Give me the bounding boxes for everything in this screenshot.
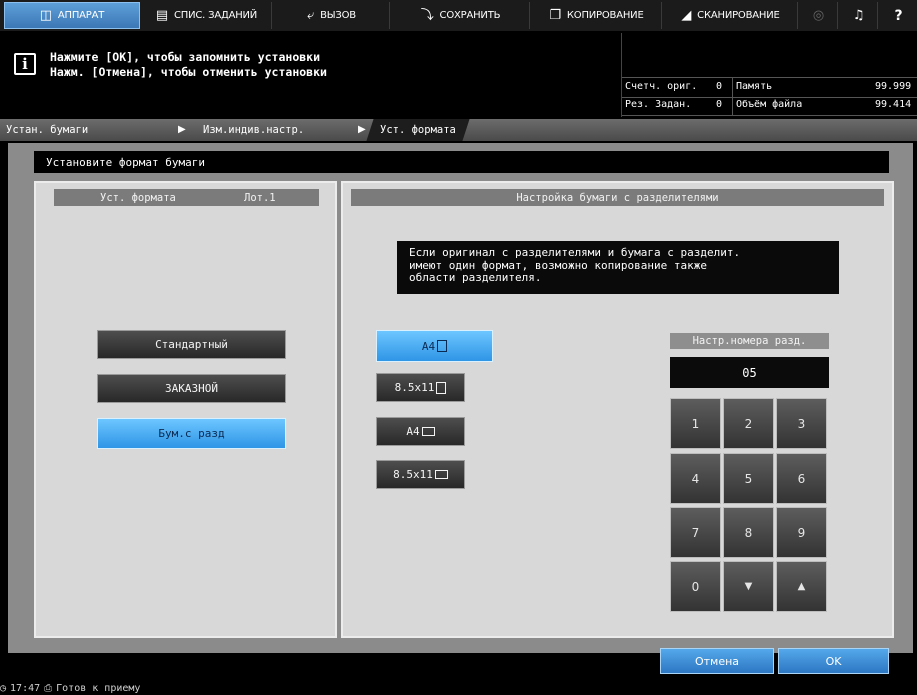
- chevron-right-icon: ▶: [358, 124, 366, 135]
- tab-paper-button[interactable]: Бум.с разд: [97, 418, 286, 449]
- key-3[interactable]: 3: [776, 398, 827, 449]
- clock-icon: ◷: [0, 682, 7, 694]
- printer-icon: ⎙: [44, 682, 53, 694]
- key-down-arrow-icon[interactable]: ▼: [723, 561, 774, 612]
- format-panel-header: Уст. формата Лот.1: [54, 189, 319, 206]
- key-6[interactable]: 6: [776, 453, 827, 504]
- landscape-orientation-icon: [434, 470, 448, 479]
- menu-device-label: АППАРАТ: [57, 10, 105, 21]
- portrait-orientation-icon: [437, 340, 448, 352]
- key-7[interactable]: 7: [670, 507, 721, 558]
- message-area: i Нажмите [OK], чтобы запомнить установк…: [4, 33, 619, 117]
- key-up-arrow-icon[interactable]: ▲: [776, 561, 827, 612]
- tab-number-display: 05: [670, 357, 829, 388]
- device-status-bar: ◷ 17:47 ⎙ Готов к приему: [0, 681, 140, 695]
- speaker-icon: ♫: [852, 8, 865, 23]
- notice-line-1: Если оригинал с разделителями и бумага с…: [409, 246, 741, 259]
- format-panel-title: Уст. формата: [100, 191, 176, 204]
- chevron-right-icon: ▶: [178, 124, 186, 135]
- filesize-label: Объём файла: [736, 99, 803, 110]
- filesize-value: 99.414: [875, 99, 912, 110]
- volume-button[interactable]: ♫: [840, 2, 878, 29]
- reserved-value: 0: [716, 99, 723, 110]
- menu-recall[interactable]: ⤶ ВЫЗОВ: [274, 2, 390, 29]
- help-label: ?: [894, 7, 903, 24]
- help-button[interactable]: ?: [880, 2, 917, 29]
- counter-row-2: Рез. Задан. 0 Объём файла 99.414: [622, 96, 917, 116]
- menu-save-label: СОХРАНИТЬ: [439, 10, 501, 21]
- breadcrumb-paper-settings[interactable]: Устан. бумаги: [6, 119, 88, 141]
- menu-job-list-label: СПИС. ЗАДАНИЙ: [173, 10, 258, 21]
- reserved-label: Рез. Задан.: [625, 99, 692, 110]
- memory-label: Память: [736, 81, 773, 92]
- size-letter-landscape-button[interactable]: 8.5x11: [376, 460, 465, 489]
- key-2[interactable]: 2: [723, 398, 774, 449]
- copy-icon: ❐: [549, 8, 561, 23]
- globe-icon: ◎: [812, 8, 825, 23]
- key-8[interactable]: 8: [723, 507, 774, 558]
- status-counters: Счетч. ориг. 0 Память 99.999 Рез. Задан.…: [621, 33, 917, 117]
- size-a4-portrait-label: A4: [421, 339, 436, 353]
- menu-copy-label: КОПИРОВАНИЕ: [566, 10, 644, 21]
- menu-copy[interactable]: ❐ КОПИРОВАНИЕ: [532, 2, 662, 29]
- menu-scan-label: СКАНИРОВАНИЕ: [697, 10, 780, 21]
- custom-size-button[interactable]: ЗАКАЗНОЙ: [97, 374, 286, 403]
- key-5[interactable]: 5: [723, 453, 774, 504]
- breadcrumb-current-label: Уст. формата: [380, 124, 456, 136]
- clock-time: 17:47: [10, 682, 41, 694]
- tab-number-label: Настр.номера разд.: [670, 333, 829, 349]
- key-9[interactable]: 9: [776, 507, 827, 558]
- globe-button[interactable]: ◎: [800, 2, 838, 29]
- key-1[interactable]: 1: [670, 398, 721, 449]
- breadcrumb: Устан. бумаги ▶ Изм.индив.настр. ▶ Уст. …: [0, 119, 917, 141]
- key-0[interactable]: 0: [670, 561, 721, 612]
- breadcrumb-individual-settings[interactable]: Изм.индив.настр.: [203, 119, 304, 141]
- portrait-orientation-icon: [436, 381, 447, 394]
- breadcrumb-format-settings: Уст. формата: [366, 119, 470, 141]
- recall-icon: ⤶: [307, 8, 315, 23]
- menu-scan[interactable]: ◢ СКАНИРОВАНИЕ: [664, 2, 798, 29]
- key-4[interactable]: 4: [670, 453, 721, 504]
- size-a4-landscape-label: A4: [406, 425, 420, 438]
- cancel-button[interactable]: Отмена: [660, 648, 774, 674]
- ok-button[interactable]: OK: [778, 648, 889, 674]
- format-setting-panel: Уст. формата Лот.1: [34, 181, 337, 638]
- save-icon: ⤵: [420, 8, 434, 23]
- size-a4-portrait-button[interactable]: A4: [376, 330, 493, 362]
- menu-device[interactable]: ◫ АППАРАТ: [4, 2, 140, 29]
- scan-icon: ◢: [681, 8, 692, 23]
- memory-value: 99.999: [875, 81, 912, 92]
- counter-row-1: Счетч. ориг. 0 Память 99.999: [622, 77, 917, 98]
- top-menu-bar: ◫ АППАРАТ ▤ СПИС. ЗАДАНИЙ ⤶ ВЫЗОВ ⤵ СОХР…: [0, 0, 917, 31]
- landscape-orientation-icon: [421, 427, 435, 436]
- machine-icon: ◫: [39, 8, 52, 23]
- size-letter-portrait-button[interactable]: 8.5x11: [376, 373, 465, 402]
- device-state: Готов к приему: [56, 682, 141, 694]
- size-letter-portrait-label: 8.5x11: [394, 381, 435, 394]
- info-icon: i: [14, 53, 36, 75]
- message-line-1: Нажмите [OK], чтобы запомнить установки: [50, 50, 321, 64]
- tray-label: Лот.1: [244, 191, 276, 204]
- menu-recall-label: ВЫЗОВ: [320, 10, 356, 21]
- standard-size-button[interactable]: Стандартный: [97, 330, 286, 359]
- originals-value: 0: [716, 81, 723, 92]
- size-a4-landscape-button[interactable]: A4: [376, 417, 465, 446]
- notice-line-3: области разделителя.: [409, 271, 542, 284]
- list-icon: ▤: [155, 8, 168, 23]
- menu-save[interactable]: ⤵ СОХРАНИТЬ: [392, 2, 530, 29]
- tab-paper-panel-header: Настройка бумаги с разделителями: [351, 189, 884, 206]
- window-title: Установите формат бумаги: [34, 151, 889, 173]
- message-line-2: Нажм. [Отмена], чтобы отменить установки: [50, 65, 327, 79]
- size-letter-landscape-label: 8.5x11: [393, 468, 433, 481]
- originals-label: Счетч. ориг.: [625, 81, 698, 92]
- menu-job-list[interactable]: ▤ СПИС. ЗАДАНИЙ: [142, 2, 272, 29]
- tab-paper-notice: Если оригинал с разделителями и бумага с…: [397, 241, 839, 294]
